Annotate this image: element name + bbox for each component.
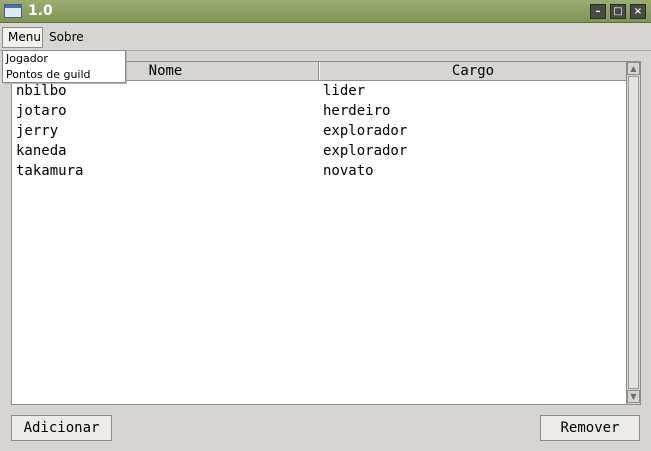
app-window: 1.0 – □ × Menu Sobre Nome Cargo nbilbo l… [0,0,651,451]
cell-nome: takamura [16,163,84,179]
column-header-cargo[interactable]: Cargo [319,62,627,80]
title-bar[interactable]: 1.0 – □ × [0,0,651,23]
cell-cargo: novato [323,163,374,179]
minimize-icon[interactable]: – [590,4,606,19]
menu-item-pontos-de-guild[interactable]: Pontos de guild [3,67,125,83]
add-button[interactable]: Adicionar [11,415,112,441]
cell-cargo: explorador [323,143,408,159]
menu-item-jogador[interactable]: Jogador [3,51,125,67]
cell-nome: nbilbo [16,83,67,99]
remove-button[interactable]: Remover [540,415,640,441]
members-table: Nome Cargo nbilbo lider jotaro herdeiro … [11,61,641,405]
menu-bar: Menu Sobre [0,23,651,51]
scroll-up-icon[interactable]: ▲ [627,62,640,75]
table-row[interactable]: takamura novato [12,161,627,181]
cell-cargo: explorador [323,123,408,139]
table-row[interactable]: nbilbo lider [12,81,627,101]
cell-nome: kaneda [16,143,67,159]
maximize-icon[interactable]: □ [610,4,626,19]
cell-nome: jerry [16,123,59,139]
vertical-scrollbar[interactable]: ▲ ▼ [626,62,640,404]
menu-dropdown: Jogador Pontos de guild [2,50,126,83]
menu-sobre[interactable]: Sobre [44,27,89,48]
cell-cargo: lider [323,83,366,99]
table-row[interactable]: jerry explorador [12,121,627,141]
close-icon[interactable]: × [630,4,646,19]
cell-cargo: herdeiro [323,103,391,119]
table-row[interactable]: jotaro herdeiro [12,101,627,121]
window-icon[interactable] [4,4,22,18]
scrollbar-thumb[interactable] [628,76,639,389]
cell-nome: jotaro [16,103,67,119]
table-body: nbilbo lider jotaro herdeiro jerry explo… [12,81,627,181]
window-title: 1.0 [28,3,53,19]
table-row[interactable]: kaneda explorador [12,141,627,161]
menu-menu[interactable]: Menu [2,27,43,48]
scroll-down-icon[interactable]: ▼ [627,390,640,403]
